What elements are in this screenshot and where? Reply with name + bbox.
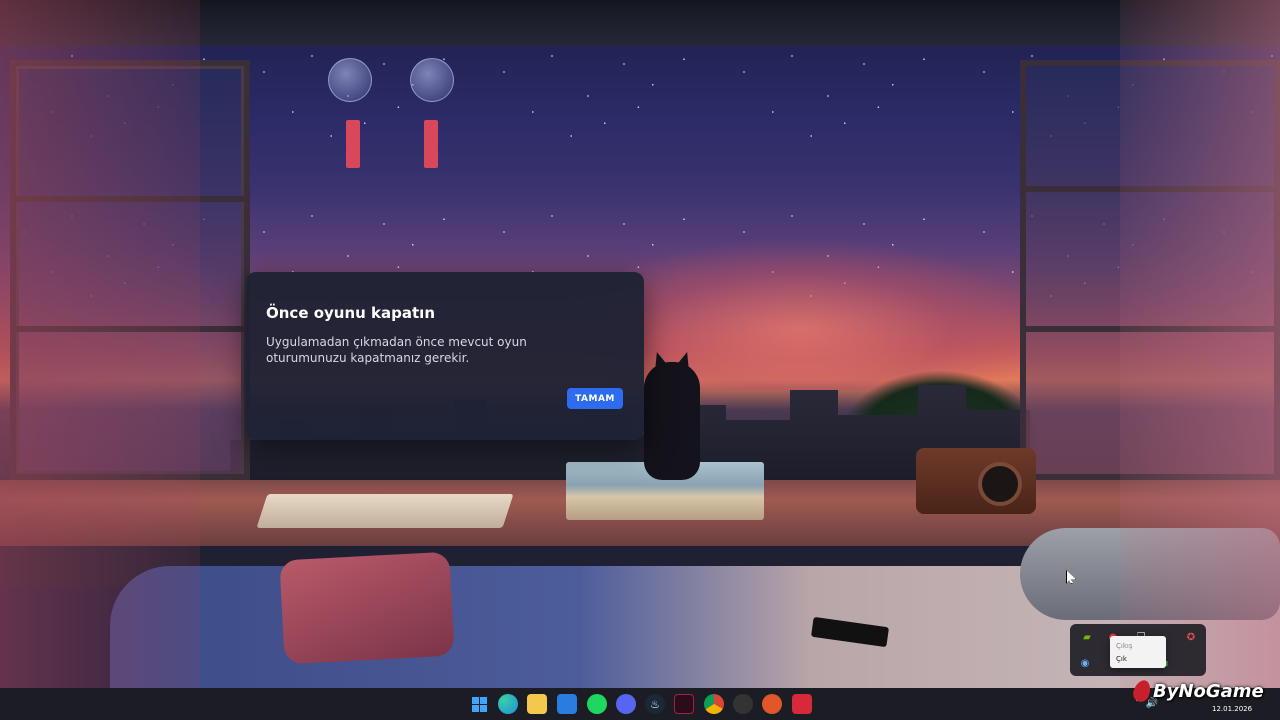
context-menu-item-exit[interactable]: Çık [1116,653,1160,666]
edge-icon[interactable] [498,694,518,714]
tray-context-menu: Çıkış Çık [1110,636,1166,668]
steam-icon[interactable]: ◉ [1078,656,1092,670]
chrome-icon[interactable] [704,694,724,714]
affinity-icon[interactable] [674,694,694,714]
microsoft-store-icon[interactable] [557,694,577,714]
context-menu-item-exit-dim[interactable]: Çıkış [1116,640,1160,653]
clock-date[interactable]: 12.01.2026 [1212,705,1252,713]
dialog-message: Uygulamadan çıkmadan önce mevcut oyun ot… [266,335,527,365]
discord-icon[interactable] [616,694,636,714]
wind-chime-left [328,58,372,102]
spotify-icon[interactable] [587,694,607,714]
game-launcher-icon[interactable] [733,694,753,714]
cat-silhouette [644,362,700,480]
wind-chime-right [410,58,454,102]
file-explorer-icon[interactable] [527,694,547,714]
wind-chime-tag-left [346,120,360,168]
app-icon[interactable]: ✪ [1184,630,1198,644]
close-game-dialog: Önce oyunu kapatın Uygulamadan çıkmadan … [246,272,644,440]
curtain-left [0,0,200,720]
fire-app-icon[interactable] [762,694,782,714]
dialog-title: Önce oyunu kapatın [266,304,436,322]
windows-start-icon[interactable] [469,694,489,714]
red-app-icon[interactable] [792,694,812,714]
nvidia-icon[interactable]: ▰ [1080,630,1094,644]
steam-taskbar-icon[interactable]: ♨ [645,694,665,714]
open-notebook [256,494,514,528]
pink-pillow [279,551,455,665]
watermark-text: ByNoGame [1153,680,1264,702]
wind-chime-tag-right [424,120,438,168]
taskbar [0,688,1280,720]
curtain-right [1120,0,1280,720]
ok-button[interactable]: TAMAM [567,388,623,409]
watermark: ByNoGame [1130,677,1264,705]
bynogame-logo-icon [1130,677,1154,705]
radio [916,448,1036,514]
